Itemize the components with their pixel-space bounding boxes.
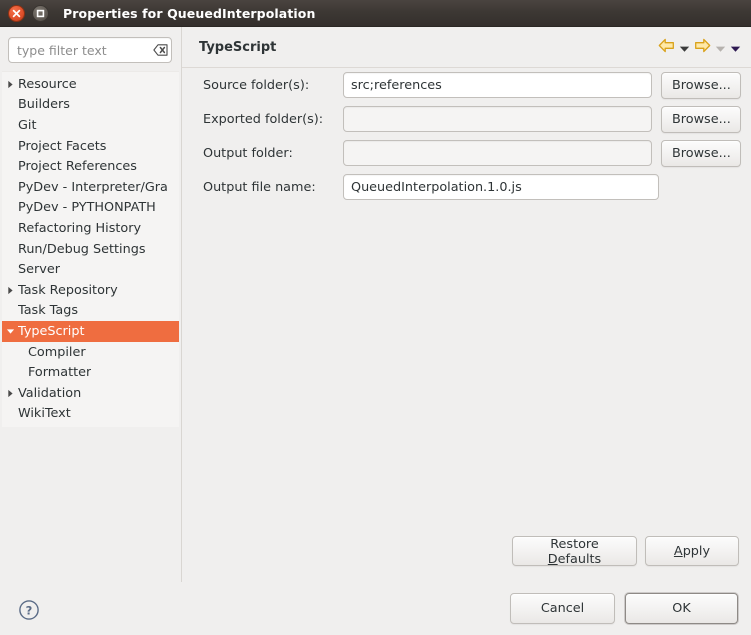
sidebar-item-label: Server (18, 262, 60, 278)
sidebar-item-project-references[interactable]: Project References (2, 156, 179, 177)
page-action-buttons: Restore Defaults Apply (512, 536, 739, 567)
settings-page-pane: TypeScript Source folder(s): src;referen… (181, 27, 751, 582)
sidebar-item-label: Resource (18, 76, 77, 92)
field-label: Exported folder(s): (203, 111, 324, 127)
page-title: TypeScript (199, 39, 277, 55)
sidebar-item-refactoring-history[interactable]: Refactoring History (2, 218, 179, 239)
chevron-down-icon[interactable] (2, 321, 18, 342)
filter-field-wrapper (8, 37, 172, 63)
sidebar-item-git[interactable]: Git (2, 115, 179, 136)
sidebar-item-label: Validation (18, 385, 82, 401)
sidebar-item-validation[interactable]: Validation (2, 383, 179, 404)
sidebar-item-builders[interactable]: Builders (2, 95, 179, 116)
sidebar-item-label: Builders (18, 97, 70, 113)
sidebar-item-formatter[interactable]: Formatter (2, 362, 179, 383)
sidebar-item-pydev-interpreter-gra[interactable]: PyDev - Interpreter/Gra (2, 177, 179, 198)
restore-defaults-button[interactable]: Restore Defaults (512, 536, 637, 567)
browse-button[interactable]: Browse... (661, 139, 741, 167)
sidebar-item-task-repository[interactable]: Task Repository (2, 280, 179, 301)
sidebar-item-label: TypeScript (18, 323, 85, 339)
forward-dropdown-icon (715, 38, 726, 57)
sidebar-item-label: Project Facets (18, 138, 107, 154)
menu-dropdown-icon[interactable] (730, 38, 741, 57)
chevron-right-icon[interactable] (2, 280, 18, 301)
sidebar-item-wikitext[interactable]: WikiText (2, 404, 179, 425)
cancel-button[interactable]: Cancel (510, 593, 615, 624)
source-folder-s-input[interactable] (343, 72, 652, 98)
sidebar-item-label: Formatter (28, 365, 92, 381)
search-input[interactable] (9, 38, 149, 62)
properties-dialog: Properties for QueuedInterpolation Resou… (0, 0, 751, 635)
output-file-name-input[interactable] (343, 174, 659, 200)
sidebar-item-label: Run/Debug Settings (18, 241, 146, 257)
window-title: Properties for QueuedInterpolation (63, 5, 316, 21)
sidebar-item-run-debug-settings[interactable]: Run/Debug Settings (2, 239, 179, 260)
sidebar-item-compiler[interactable]: Compiler (2, 342, 179, 363)
sidebar-item-label: PyDev - PYTHONPATH (18, 200, 156, 216)
field-label: Output file name: (203, 179, 316, 195)
sidebar-item-label: Git (18, 117, 37, 133)
browse-button[interactable]: Browse... (661, 71, 741, 99)
sidebar-item-label: Compiler (28, 344, 86, 360)
sidebar-item-task-tags[interactable]: Task Tags (2, 301, 179, 322)
sidebar-item-label: WikiText (18, 406, 71, 422)
clear-text-icon[interactable] (149, 38, 171, 62)
field-label: Output folder: (203, 145, 293, 161)
back-dropdown-icon[interactable] (679, 38, 690, 57)
form-row: Output folder: Browse... (182, 136, 751, 170)
filter-box[interactable] (8, 37, 172, 63)
dialog-footer: ? Cancel OK (0, 582, 751, 635)
page-header: TypeScript (182, 27, 751, 68)
help-icon[interactable]: ? (17, 598, 41, 622)
sidebar-item-project-facets[interactable]: Project Facets (2, 136, 179, 157)
forward-arrow-icon[interactable] (694, 38, 711, 57)
apply-label: Apply (673, 543, 711, 559)
exported-folder-s-input (343, 106, 652, 132)
settings-tree-pane: Resource Builders Git Project Facets Project… (0, 27, 181, 582)
apply-button[interactable]: Apply (645, 536, 739, 566)
chevron-right-icon[interactable] (2, 74, 18, 95)
sidebar-item-label: PyDev - Interpreter/Gra (18, 179, 168, 195)
restore-defaults-label: Restore Defaults (547, 537, 602, 567)
ok-button[interactable]: OK (625, 593, 738, 624)
typescript-settings-form: Source folder(s):Browse...Exported folde… (182, 68, 751, 204)
navigation-toolbar (654, 27, 741, 68)
sidebar-item-pydev-pythonpath[interactable]: PyDev - PYTHONPATH (2, 198, 179, 219)
sidebar-item-label: Task Repository (18, 282, 118, 298)
sidebar-item-label: Task Tags (18, 303, 79, 319)
output-folder-input (343, 140, 652, 166)
field-label: Source folder(s): (203, 77, 310, 93)
sidebar-item-label: Project References (18, 159, 137, 175)
form-row: Exported folder(s): Browse... (182, 102, 751, 136)
chevron-right-icon[interactable] (2, 383, 18, 404)
sidebar-item-label: Refactoring History (18, 220, 142, 236)
back-arrow-icon[interactable] (658, 38, 675, 57)
browse-button[interactable]: Browse... (661, 105, 741, 133)
dialog-buttons: Cancel OK (510, 593, 738, 624)
form-row: Output file name: (182, 170, 751, 204)
svg-text:?: ? (26, 603, 33, 617)
maximize-icon[interactable] (32, 4, 49, 22)
titlebar[interactable]: Properties for QueuedInterpolation (0, 0, 751, 27)
sidebar-item-server[interactable]: Server (2, 259, 179, 280)
sidebar-item-typescript[interactable]: TypeScript (2, 321, 179, 342)
settings-tree[interactable]: Resource Builders Git Project Facets Project… (2, 71, 179, 428)
form-row: Source folder(s): Browse... (182, 68, 751, 102)
sidebar-item-resource[interactable]: Resource (2, 74, 179, 95)
close-icon[interactable] (8, 4, 25, 22)
